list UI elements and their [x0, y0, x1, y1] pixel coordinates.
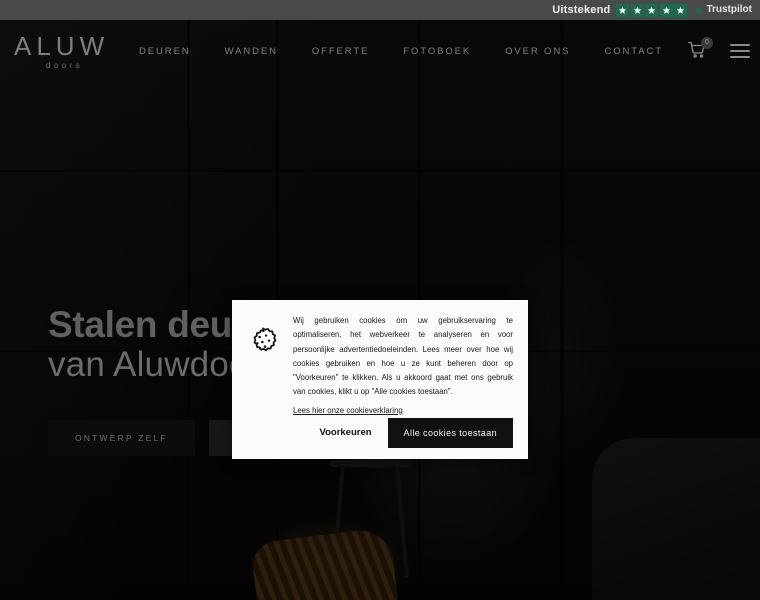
star-icon [630, 3, 644, 17]
trustpilot-stars [616, 3, 688, 17]
star-icon [659, 3, 673, 17]
star-icon [645, 3, 659, 17]
nav-item-fotoboek[interactable]: FOTOBOEK [386, 40, 488, 63]
trustpilot-rating-word: Uitstekend [552, 3, 611, 16]
cookie-policy-link[interactable]: Lees hier onze cookieverklaring [293, 406, 403, 415]
trustpilot-topbar: Uitstekend Trustpilot [0, 0, 760, 20]
star-icon [616, 3, 630, 17]
cookie-consent-text: Wij gebruiken cookies om uw gebruikserva… [293, 316, 513, 397]
nav-item-contact[interactable]: CONTACT [587, 40, 680, 63]
preferences-button[interactable]: Voorkeuren [317, 421, 373, 444]
ontwerp-zelf-button[interactable]: ONTWERP ZELF [48, 420, 195, 457]
logo-wordmark: ALUW [14, 30, 110, 61]
cart-count-badge: 0 [701, 37, 713, 49]
hamburger-menu-icon[interactable] [730, 44, 750, 58]
cookie-consent-dialog: Wij gebruiken cookies om uw gebruikserva… [232, 300, 528, 459]
trustpilot-widget[interactable]: Uitstekend Trustpilot [552, 3, 752, 17]
nav-item-deuren[interactable]: DEUREN [122, 40, 208, 63]
cookie-dialog-body: Wij gebruiken cookies om uw gebruikserva… [247, 314, 513, 418]
trustpilot-brand-label: Trustpilot [706, 4, 752, 15]
site-header: ALUW doors DEUREN WANDEN OFFERTE FOTOBOE… [0, 20, 760, 82]
cookie-text-wrap: Wij gebruiken cookies om uw gebruikserva… [293, 314, 513, 418]
shopping-cart-icon[interactable]: 0 [688, 37, 713, 61]
main-navigation: DEUREN WANDEN OFFERTE FOTOBOEK OVER ONS … [122, 37, 760, 63]
trustpilot-brand: Trustpilot [693, 5, 752, 16]
nav-item-over-ons[interactable]: OVER ONS [488, 40, 587, 63]
site-logo[interactable]: ALUW doors [14, 33, 122, 70]
header-icons: 0 [688, 37, 750, 61]
nav-item-wanden[interactable]: WANDEN [208, 40, 295, 63]
star-icon [674, 3, 688, 17]
accept-all-cookies-button[interactable]: Alle cookies toestaan [387, 417, 513, 448]
trustpilot-star-icon [694, 5, 704, 15]
cookie-dialog-actions: Voorkeuren Alle cookies toestaan [247, 417, 513, 460]
nav-item-offerte[interactable]: OFFERTE [295, 40, 386, 63]
cookie-icon [247, 314, 280, 418]
logo-tagline: doors [46, 60, 84, 70]
